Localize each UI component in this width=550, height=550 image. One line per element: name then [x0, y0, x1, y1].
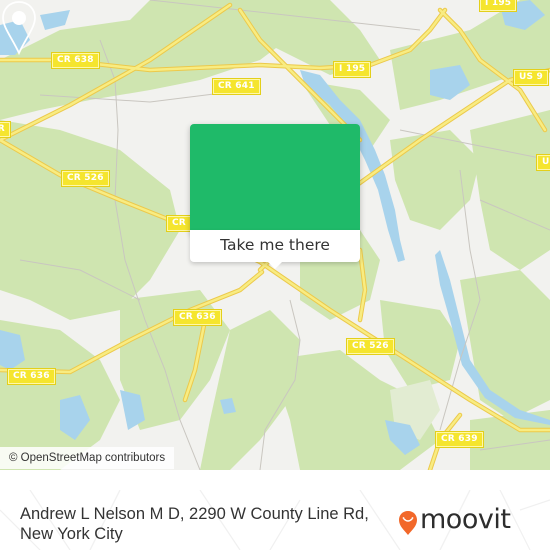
footer: Andrew L Nelson M D, 2290 W County Line …	[0, 490, 550, 550]
road-label-cr641: CR 641	[213, 79, 260, 94]
road-label-cr639: CR 639	[436, 432, 483, 447]
map-pin-icon	[2, 1, 36, 56]
popup-header	[190, 124, 360, 230]
road-label-cr636-left: CR 636	[8, 369, 55, 384]
road-label-us-edge: U	[537, 155, 550, 170]
moovit-logo-text: moovit	[420, 504, 511, 535]
road-label-cr-edge: CR	[0, 122, 10, 137]
take-me-there-button[interactable]: Take me there	[190, 230, 360, 262]
road-label-i195-top: I 195	[480, 0, 517, 11]
road-label-cr526-left: CR 526	[62, 171, 109, 186]
map-view[interactable]: CR 638 CR 641 I 195 I 195 US 9 U CR 526 …	[0, 0, 550, 470]
road-label-cr636-mid: CR 636	[174, 310, 221, 325]
road-label-cr-mid: CR	[167, 216, 191, 231]
moovit-pin-logo-icon	[399, 511, 417, 535]
map-attribution[interactable]: © OpenStreetMap contributors	[0, 447, 175, 469]
road-label-i195: I 195	[334, 62, 371, 77]
location-popup	[190, 124, 360, 234]
destination-address: Andrew L Nelson M D, 2290 W County Line …	[20, 505, 369, 543]
road-label-cr638: CR 638	[52, 53, 99, 68]
road-label-us9: US 9	[514, 70, 548, 85]
road-label-cr526-right: CR 526	[347, 339, 394, 354]
popup-pointer	[266, 260, 284, 269]
